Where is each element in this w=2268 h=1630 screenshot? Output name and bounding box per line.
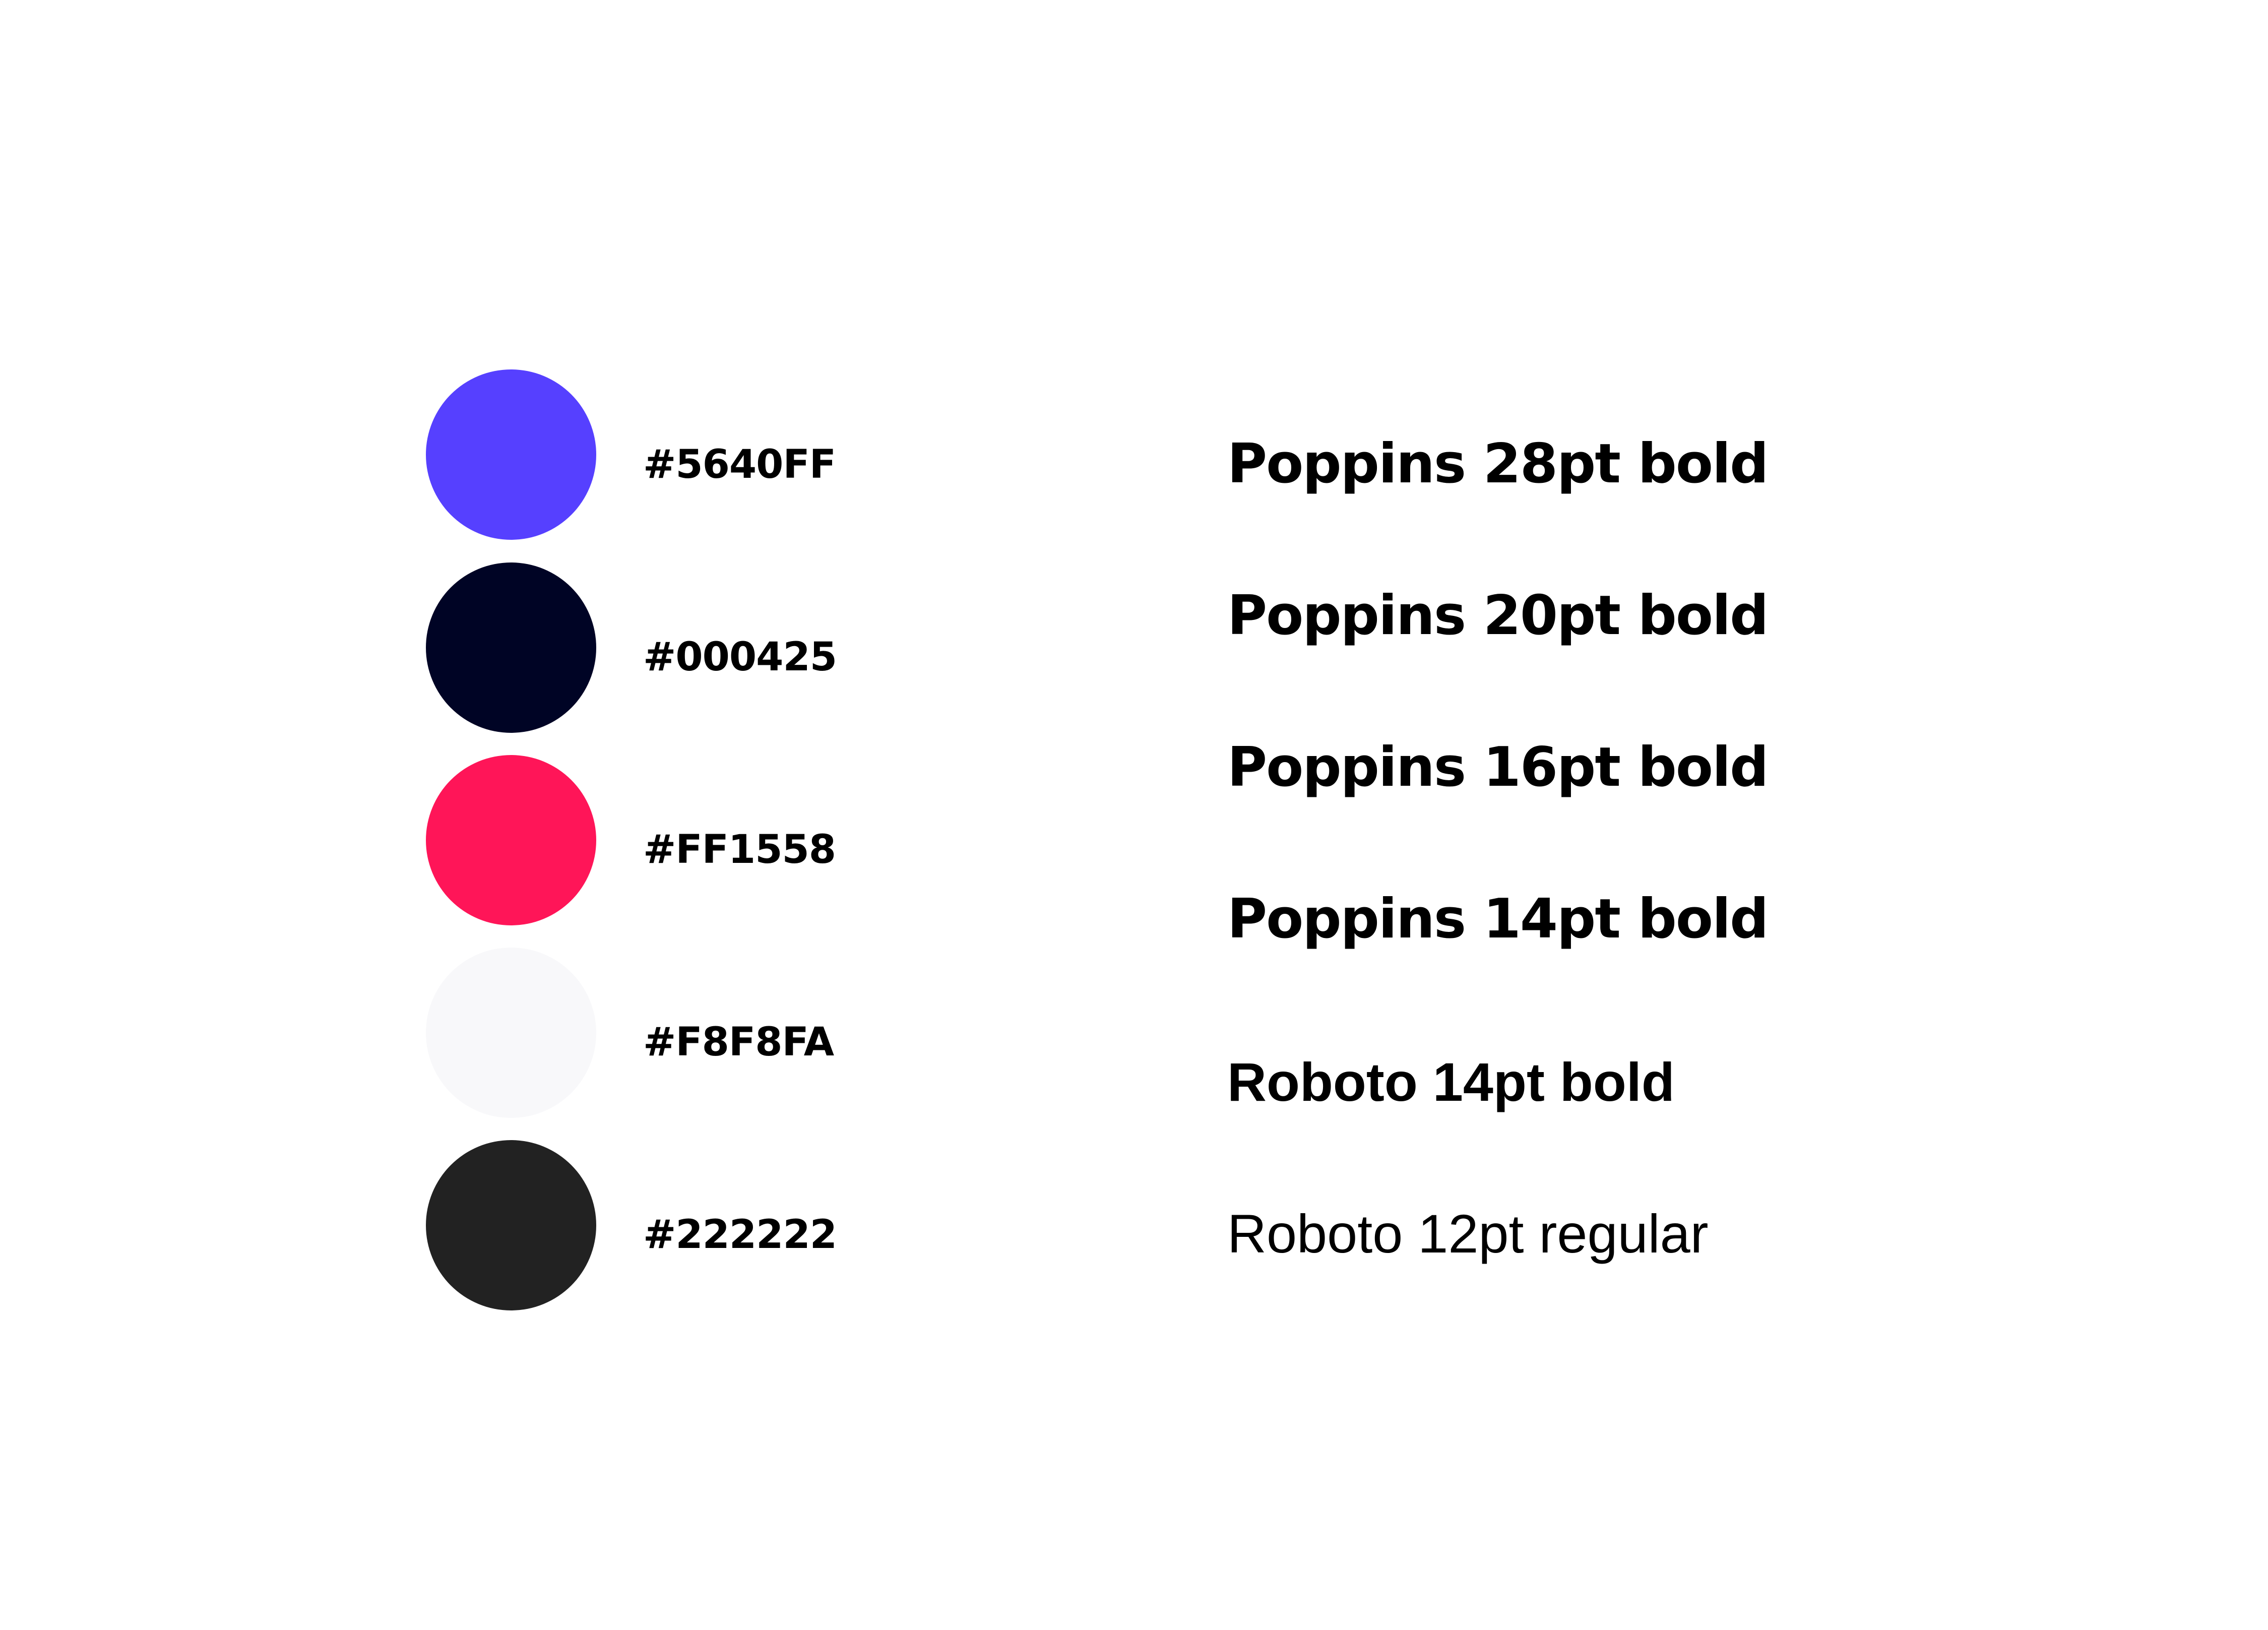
type-sample-poppins-20: Poppins 20pt bold xyxy=(1227,584,1769,647)
color-hex-label-purple: #5640FF xyxy=(643,442,836,487)
color-swatch-navy xyxy=(426,562,596,733)
color-swatch-pink xyxy=(426,755,596,925)
color-hex-label-charcoal: #222222 xyxy=(643,1212,837,1258)
color-hex-label-pink: #FF1558 xyxy=(643,827,836,872)
type-sample-poppins-14: Poppins 14pt bold xyxy=(1227,888,1769,951)
color-swatch-purple xyxy=(426,369,596,540)
color-hex-label-offwhite: #F8F8FA xyxy=(643,1020,834,1065)
type-sample-roboto-14-bold: Roboto 14pt bold xyxy=(1227,1051,1675,1112)
color-swatch-charcoal xyxy=(426,1140,596,1310)
color-hex-label-navy: #000425 xyxy=(643,635,837,680)
type-sample-poppins-16: Poppins 16pt bold xyxy=(1227,736,1769,799)
type-sample-poppins-28: Poppins 28pt bold xyxy=(1227,432,1769,495)
color-swatch-offwhite xyxy=(426,948,596,1118)
type-sample-roboto-12-regular: Roboto 12pt regular xyxy=(1227,1203,1709,1264)
